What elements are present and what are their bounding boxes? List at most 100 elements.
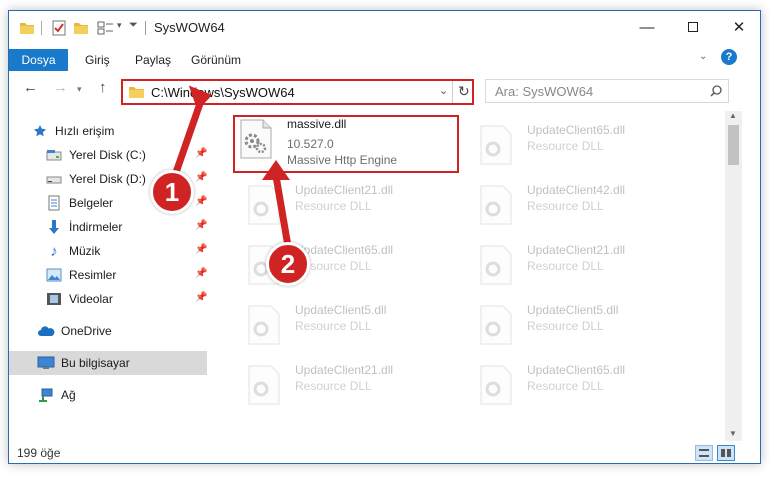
tab-file[interactable]: Dosya xyxy=(9,49,68,71)
sidebar-item-label: Belgeler xyxy=(69,196,114,210)
file-tile[interactable]: UpdateClient21.dll Resource DLL xyxy=(239,359,463,411)
ribbon-tabs: Dosya Giriş Paylaş Görünüm ⌄ ? xyxy=(9,49,760,71)
step-badge-2: 2 xyxy=(266,242,310,286)
sidebar-item-pictures[interactable]: Resimler 📌 xyxy=(9,263,207,287)
file-name: UpdateClient65.dll xyxy=(527,123,626,137)
pin-icon[interactable]: 📌 xyxy=(195,172,207,183)
vertical-scrollbar[interactable]: ▲ ▼ xyxy=(725,111,742,441)
maximize-button[interactable] xyxy=(670,11,716,43)
details-view-icon xyxy=(699,449,709,457)
file-name: UpdateClient21.dll xyxy=(295,183,394,197)
close-button[interactable]: ✕ xyxy=(716,11,760,43)
file-name: UpdateClient65.dll xyxy=(527,363,626,377)
pin-icon[interactable]: 📌 xyxy=(195,244,207,255)
recent-dropdown-icon[interactable]: ▾ xyxy=(77,84,82,95)
sidebar-item-downloads[interactable]: İndirmeler 📌 xyxy=(9,215,207,239)
address-folder-icon xyxy=(129,87,144,98)
new-folder-icon[interactable] xyxy=(73,20,89,36)
properties-icon[interactable] xyxy=(51,20,67,36)
explorer-window: ▾ ⏷ SysWOW64 — ✕ Dosya Giriş Paylaş Görü… xyxy=(8,10,761,464)
file-tile[interactable]: UpdateClient42.dll Resource DLL xyxy=(471,179,695,231)
title-divider xyxy=(145,21,146,35)
dll-file-icon xyxy=(480,185,512,225)
pin-icon[interactable]: 📌 xyxy=(195,220,207,231)
folder-icon xyxy=(20,23,34,34)
sidebar-item-videos[interactable]: Videolar 📌 xyxy=(9,287,207,311)
dll-file-icon xyxy=(248,185,280,225)
address-divider xyxy=(452,81,453,103)
search-box[interactable]: Ara: SysWOW64 xyxy=(485,79,729,103)
file-type: Resource DLL xyxy=(295,379,372,393)
item-count: 199 öğe xyxy=(17,446,61,460)
view-dropdown-icon[interactable]: ▾ xyxy=(117,20,122,31)
sidebar-item-label: Resimler xyxy=(69,268,117,282)
file-tile[interactable]: UpdateClient21.dll Resource DLL xyxy=(471,239,695,291)
pin-icon[interactable]: 📌 xyxy=(195,148,207,159)
tab-home[interactable]: Giriş xyxy=(85,49,110,71)
back-arrow-icon[interactable]: ← xyxy=(23,79,38,96)
tiles-view-button[interactable] xyxy=(717,445,735,461)
help-icon[interactable]: ? xyxy=(721,49,737,65)
download-icon xyxy=(45,219,63,235)
refresh-icon[interactable]: ↻ xyxy=(458,83,470,100)
documents-icon xyxy=(45,195,63,211)
file-tile[interactable]: UpdateClient65.dll Resource DLL xyxy=(471,119,695,171)
window-title: SysWOW64 xyxy=(154,20,225,35)
file-tile[interactable]: UpdateClient65.dll Resource DLL xyxy=(471,359,695,411)
sidebar-item-label: Yerel Disk (C:) xyxy=(69,148,146,162)
file-type: Resource DLL xyxy=(527,319,604,333)
file-type: Resource DLL xyxy=(527,259,604,273)
scroll-up-icon[interactable]: ▲ xyxy=(729,111,737,120)
close-icon: ✕ xyxy=(732,19,746,36)
address-dropdown-icon[interactable]: ⌄ xyxy=(439,84,448,97)
dll-file-icon xyxy=(480,305,512,345)
sidebar-item-network[interactable]: Ağ xyxy=(9,383,207,407)
view-icon[interactable] xyxy=(97,20,115,36)
file-name: UpdateClient42.dll xyxy=(527,183,626,197)
sidebar-item-onedrive[interactable]: OneDrive xyxy=(9,319,207,343)
pin-icon[interactable]: 📌 xyxy=(195,292,207,303)
address-bar[interactable]: C:\Windows\SysWOW64 ⌄ ↻ xyxy=(121,79,474,105)
file-tile[interactable]: UpdateClient21.dll Resource DLL xyxy=(239,179,463,231)
status-bar: 199 öğe xyxy=(9,445,760,463)
customize-toolbar-icon[interactable]: ⏷ xyxy=(129,19,138,32)
dll-file-icon xyxy=(480,245,512,285)
tab-view[interactable]: Görünüm xyxy=(191,49,241,71)
pictures-icon xyxy=(45,267,63,283)
search-icon[interactable] xyxy=(710,85,722,97)
file-name: UpdateClient5.dll xyxy=(295,303,387,317)
sidebar-item-local-disk-c[interactable]: Yerel Disk (C:) 📌 xyxy=(9,143,207,167)
navigation-bar: ← → ▾ ↑ C:\Windows\SysWOW64 ⌄ ↻ Ara: Sys… xyxy=(9,77,760,105)
pin-icon[interactable]: 📌 xyxy=(195,268,207,279)
minimize-icon: — xyxy=(639,18,655,36)
drive-icon xyxy=(45,147,63,163)
scroll-thumb[interactable] xyxy=(728,125,739,165)
sidebar-item-label: Hızlı erişim xyxy=(55,124,115,138)
forward-arrow-icon[interactable]: → xyxy=(53,79,68,96)
step-badge-1: 1 xyxy=(150,170,194,214)
navigation-pane: Hızlı erişim Yerel Disk (C:) 📌 Yerel Dis… xyxy=(9,113,209,443)
sidebar-item-music[interactable]: ♪ Müzik 📌 xyxy=(9,239,207,263)
sidebar-item-label: Bu bilgisayar xyxy=(61,356,130,370)
file-type: Resource DLL xyxy=(295,319,372,333)
file-type: Resource DLL xyxy=(295,199,372,213)
scroll-down-icon[interactable]: ▼ xyxy=(729,429,737,438)
expand-ribbon-icon[interactable]: ⌄ xyxy=(699,51,707,62)
sidebar-item-this-pc[interactable]: Bu bilgisayar xyxy=(9,351,207,375)
star-icon xyxy=(31,123,49,139)
minimize-button[interactable]: — xyxy=(624,11,670,43)
tiles-view-icon xyxy=(721,449,731,457)
drive-icon xyxy=(45,171,63,187)
up-arrow-icon[interactable]: ↑ xyxy=(99,79,107,96)
details-view-button[interactable] xyxy=(695,445,713,461)
cloud-icon xyxy=(37,323,55,339)
tab-share[interactable]: Paylaş xyxy=(135,49,171,71)
pin-icon[interactable]: 📌 xyxy=(195,196,207,207)
video-icon xyxy=(45,291,63,307)
file-tile[interactable]: UpdateClient5.dll Resource DLL xyxy=(239,299,463,351)
sidebar-item-label: Videolar xyxy=(69,292,113,306)
sidebar-item-quick-access[interactable]: Hızlı erişim xyxy=(9,119,207,143)
file-tile[interactable]: UpdateClient5.dll Resource DLL xyxy=(471,299,695,351)
sidebar-item-label: İndirmeler xyxy=(69,220,123,234)
dll-file-icon xyxy=(248,305,280,345)
